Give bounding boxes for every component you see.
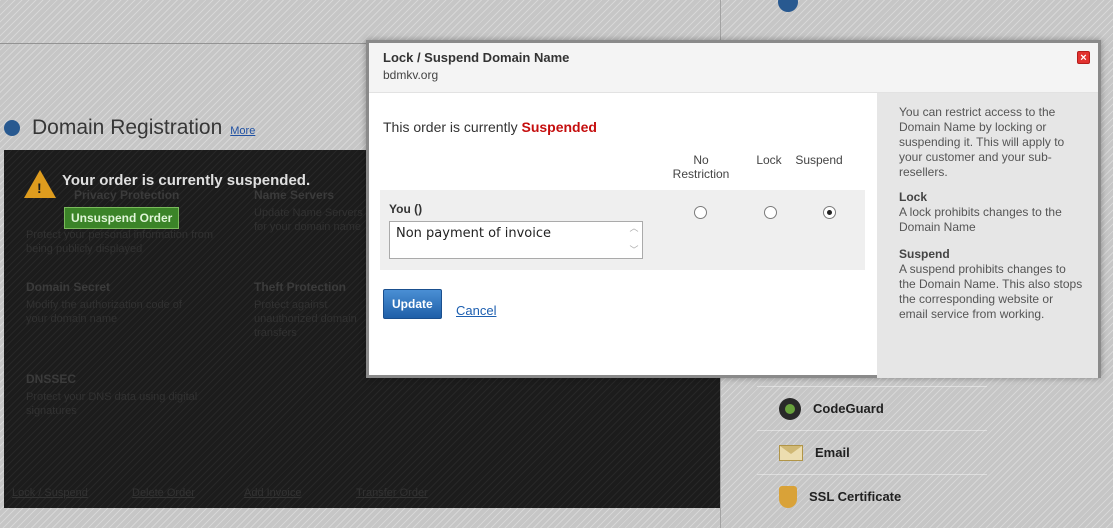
close-icon[interactable]: × xyxy=(1077,51,1090,64)
radio-lock[interactable] xyxy=(764,206,777,219)
dialog-header: Lock / Suspend Domain Name bdmkv.org × xyxy=(369,43,1098,93)
lock-suspend-dialog: Lock / Suspend Domain Name bdmkv.org × T… xyxy=(366,40,1101,378)
permission-row: You () Non payment of invoice ︿ ﹀ xyxy=(380,190,865,270)
status-badge: Suspended xyxy=(521,119,597,135)
textarea-scrollbar[interactable]: ︿ ﹀ xyxy=(628,224,640,256)
domain-name: bdmkv.org xyxy=(383,68,439,82)
column-header-no-restriction: No Restriction xyxy=(672,153,730,181)
cancel-link[interactable]: Cancel xyxy=(456,303,496,318)
help-suspend-title: Suspend xyxy=(899,247,950,261)
help-suspend-text: A suspend prohibits changes to the Domai… xyxy=(899,262,1083,321)
status-prefix: This order is currently xyxy=(383,119,518,135)
order-status-line: This order is currently Suspended xyxy=(383,119,597,135)
reason-value: Non payment of invoice xyxy=(396,226,552,241)
scroll-up-icon[interactable]: ︿ xyxy=(629,224,638,234)
help-panel: You can restrict access to the Domain Na… xyxy=(877,93,1098,378)
column-header-lock: Lock xyxy=(756,153,782,167)
scroll-down-icon[interactable]: ﹀ xyxy=(629,246,638,256)
dialog-body: This order is currently Suspended No Res… xyxy=(369,93,877,378)
radio-no-restriction[interactable] xyxy=(694,206,707,219)
help-lock-text: A lock prohibits changes to the Domain N… xyxy=(899,205,1062,234)
row-label: You () xyxy=(389,202,423,216)
reason-textarea[interactable]: Non payment of invoice ︿ ﹀ xyxy=(389,221,643,259)
radio-suspend[interactable] xyxy=(823,206,836,219)
column-header-suspend: Suspend xyxy=(795,153,843,167)
help-intro: You can restrict access to the Domain Na… xyxy=(899,105,1065,179)
dialog-title: Lock / Suspend Domain Name xyxy=(383,50,570,65)
update-button[interactable]: Update xyxy=(383,289,442,319)
help-lock-title: Lock xyxy=(899,190,928,204)
